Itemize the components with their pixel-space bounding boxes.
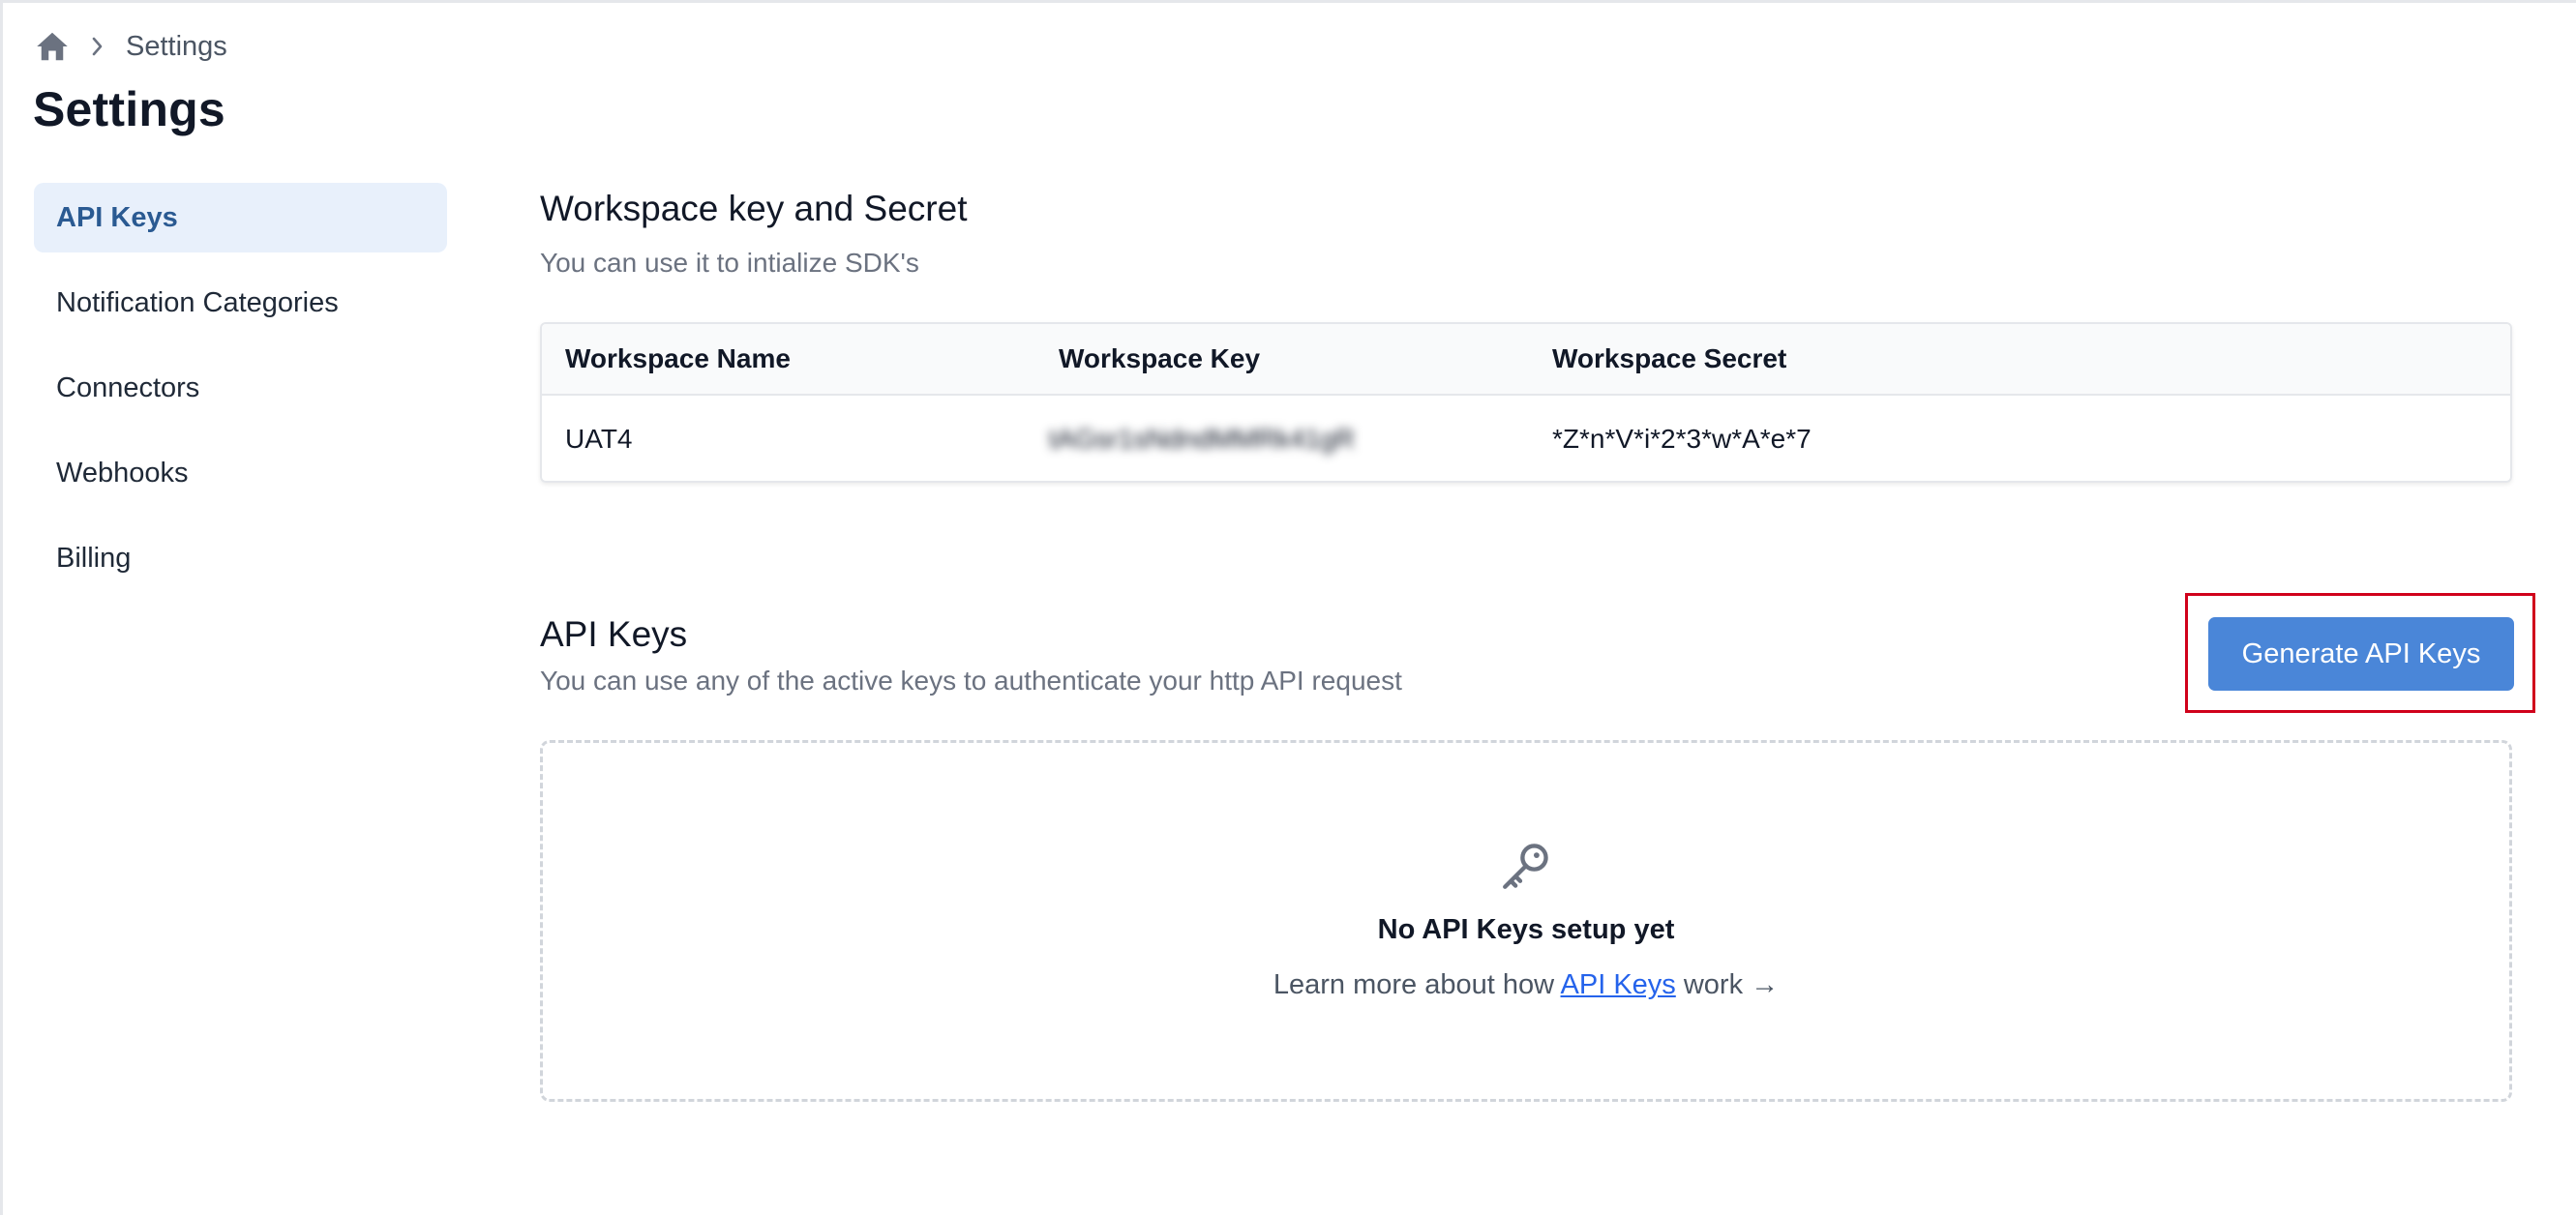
left-border	[0, 0, 3, 1215]
empty-state-title: No API Keys setup yet	[1377, 914, 1675, 945]
workspace-section-subtitle: You can use it to intialize SDK's	[540, 248, 919, 278]
api-keys-section-title: API Keys	[540, 614, 688, 654]
page-title: Settings	[33, 82, 225, 136]
table-row: UAT4 tAGsr1sNdndMMRk41gR *Z*n*V*i*2*3*w*…	[542, 396, 2510, 481]
empty-state-learn-more: Learn more about how API Keys work →	[540, 969, 2512, 1001]
sidebar-item-label: API Keys	[56, 202, 178, 233]
learn-more-prefix: Learn more about how	[1273, 969, 1561, 1000]
workspace-secret-cell[interactable]: *Z*n*V*i*2*3*w*A*e*7	[1552, 396, 1812, 481]
sidebar-item-label: Webhooks	[56, 458, 189, 489]
api-keys-section-subtitle: You can use any of the active keys to au…	[540, 666, 1402, 696]
column-header-workspace-name: Workspace Name	[565, 343, 791, 373]
sidebar-item-label: Notification Categories	[56, 287, 339, 318]
sidebar-item-label: Connectors	[56, 372, 200, 403]
settings-sidebar: API Keys Notification Categories Connect…	[34, 183, 447, 608]
workspace-table: Workspace Name Workspace Key Workspace S…	[540, 322, 2512, 483]
sidebar-item-api-keys[interactable]: API Keys	[34, 183, 447, 252]
chevron-right-icon	[91, 36, 105, 57]
sidebar-item-webhooks[interactable]: Webhooks	[34, 438, 447, 508]
table-header: Workspace Name Workspace Key Workspace S…	[542, 324, 2510, 396]
api-keys-docs-link[interactable]: API Keys	[1561, 969, 1676, 1000]
sidebar-item-connectors[interactable]: Connectors	[34, 353, 447, 423]
column-header-workspace-key: Workspace Key	[1059, 343, 1261, 373]
top-border	[0, 0, 2576, 3]
sidebar-item-label: Billing	[56, 543, 132, 574]
column-header-workspace-secret: Workspace Secret	[1552, 343, 1787, 373]
breadcrumb: Settings	[35, 27, 227, 66]
generate-api-keys-button[interactable]: Generate API Keys	[2208, 617, 2514, 691]
workspace-key-cell[interactable]: tAGsr1sNdndMMRk41gR	[1049, 396, 1355, 481]
sidebar-item-notification-categories[interactable]: Notification Categories	[34, 268, 447, 338]
sidebar-item-billing[interactable]: Billing	[34, 523, 447, 593]
workspace-name-cell: UAT4	[565, 424, 633, 454]
breadcrumb-current: Settings	[126, 30, 227, 62]
learn-more-suffix: work →	[1675, 969, 1780, 1000]
workspace-section-title: Workspace key and Secret	[540, 189, 968, 228]
home-icon[interactable]	[35, 30, 70, 63]
key-icon	[1498, 838, 1554, 894]
